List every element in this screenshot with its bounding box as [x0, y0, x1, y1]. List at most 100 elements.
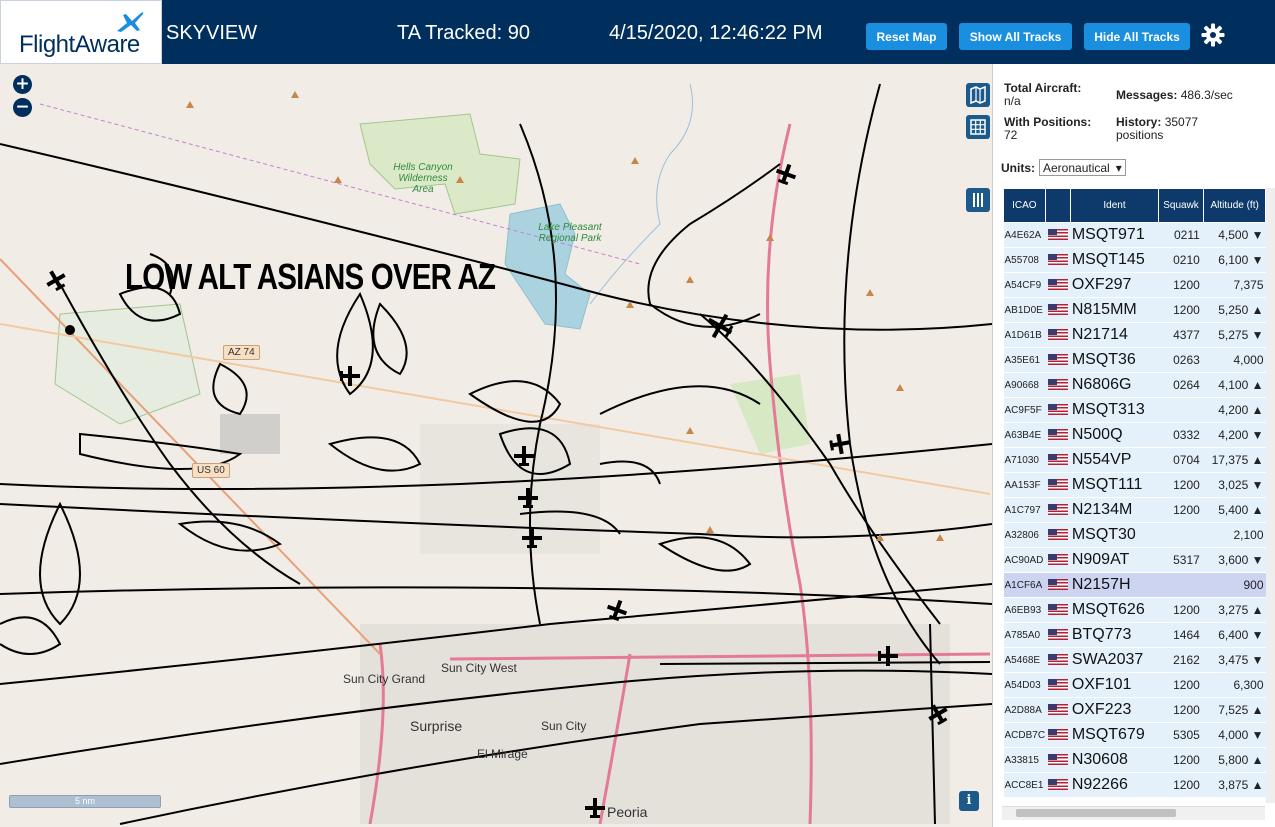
table-row[interactable]: A54CF9 OXF297 1200 7,375 [1003, 272, 1266, 298]
squawk-cell: 5317 [1158, 547, 1204, 573]
grid-toggle-icon[interactable] [966, 115, 990, 139]
ident-cell: N2157H [1070, 572, 1159, 598]
icao-cell: A55708 [1003, 247, 1046, 273]
icao-cell: A33815 [1003, 747, 1046, 773]
us-flag-icon [1045, 547, 1071, 573]
place-sun-city: Sun City [541, 719, 587, 733]
table-row[interactable]: A2D88A OXF223 1200 7,525 ▲ [1003, 697, 1266, 723]
gear-icon[interactable] [1200, 22, 1226, 48]
hide-all-tracks-button[interactable]: Hide All Tracks [1084, 23, 1190, 50]
altitude-cell: 6,100 ▼ [1203, 247, 1266, 273]
place-surprise: Surprise [410, 718, 463, 734]
table-row[interactable]: A5468E SWA2037 2162 3,475 ▼ [1003, 647, 1266, 673]
icao-cell: A90668 [1003, 372, 1046, 398]
table-row[interactable]: A35E61 MSQT36 0263 4,000 [1003, 347, 1266, 373]
icao-cell: A35E61 [1003, 347, 1046, 373]
messages-stat: Messages: 486.3/sec [1116, 88, 1233, 102]
lake-pleasant-label: Lake Pleasant Regional Park [538, 222, 602, 244]
squawk-cell: 0264 [1158, 372, 1204, 398]
icao-cell: A1CF6A [1003, 572, 1046, 598]
us-flag-icon [1045, 672, 1071, 698]
icao-cell: AC90AD [1003, 547, 1046, 573]
reset-map-button[interactable]: Reset Map [866, 23, 947, 50]
history-stat: History: 35077 positions [1116, 115, 1199, 142]
ident-cell: N92266 [1070, 772, 1159, 798]
altitude-cell: 4,200 ▼ [1203, 422, 1266, 448]
altitude-cell: 2,100 [1203, 522, 1266, 548]
table-row[interactable]: A63B4E N500Q 0332 4,200 ▼ [1003, 422, 1266, 448]
squawk-cell: 0332 [1158, 422, 1204, 448]
table-row[interactable]: A4E62A MSQT971 0211 4,500 ▼ [1003, 222, 1266, 248]
ident-cell: N554VP [1070, 447, 1159, 473]
table-row[interactable]: A785A0 BTQ773 1464 6,400 ▼ [1003, 622, 1266, 648]
panel-toggle-icon[interactable] [966, 188, 990, 212]
squawk-cell: 5305 [1158, 722, 1204, 748]
table-row[interactable]: A6EB93 MSQT626 1200 3,275 ▲ [1003, 597, 1266, 623]
table-row[interactable]: AB1D0E N815MM 1200 5,250 ▲ [1003, 297, 1266, 323]
altitude-cell: 4,200 ▲ [1203, 397, 1266, 423]
table-row[interactable]: AA153F MSQT111 1200 3,025 ▼ [1003, 472, 1266, 498]
altitude-cell: 3,600 ▼ [1203, 547, 1266, 573]
us-flag-icon [1045, 497, 1071, 523]
ident-cell: BTQ773 [1070, 622, 1159, 648]
zoom-in-button[interactable]: + [13, 75, 32, 94]
altitude-cell: 900 [1203, 572, 1266, 598]
ident-cell: MSQT111 [1070, 472, 1159, 498]
squawk-cell: 0704 [1158, 447, 1204, 473]
table-row[interactable]: A1C797 N2134M 1200 5,400 ▲ [1003, 497, 1266, 523]
table-row[interactable]: A1CF6A N2157H 900 [1003, 572, 1266, 598]
aircraft-icon [829, 433, 851, 455]
col-squawk[interactable]: Squawk [1157, 188, 1205, 223]
table-row[interactable]: AC9F5F MSQT313 4,200 ▲ [1003, 397, 1266, 423]
show-all-tracks-button[interactable]: Show All Tracks [959, 23, 1072, 50]
map-canvas[interactable] [0, 64, 992, 827]
squawk-cell [1158, 397, 1204, 423]
ident-cell: MSQT679 [1070, 722, 1159, 748]
urban-area [220, 414, 280, 454]
icao-cell: A2D88A [1003, 697, 1046, 723]
units-row: Units: Aeronautical ▾ [1001, 159, 1126, 176]
total-aircraft-stat: Total Aircraft: n/a [1004, 81, 1082, 108]
logo-text: FlightAware [19, 31, 140, 58]
table-row[interactable]: A1D61B N21714 4377 5,275 ▼ [1003, 322, 1266, 348]
col-ident[interactable]: Ident [1070, 188, 1159, 223]
us-flag-icon [1045, 397, 1071, 423]
squawk-cell: 1200 [1158, 272, 1204, 298]
table-row[interactable]: A32806 MSQT30 2,100 [1003, 522, 1266, 548]
tracked-count: TA Tracked: 90 [397, 22, 531, 44]
map-layers-icon[interactable] [966, 83, 990, 107]
us-flag-icon [1045, 722, 1071, 748]
table-row[interactable]: ACC8E1 N92266 1200 3,875 ▲ [1003, 772, 1266, 798]
hells-canyon-label: Hells Canyon Wilderness Area [393, 162, 453, 195]
ident-cell: N909AT [1070, 547, 1159, 573]
ident-cell: MSQT313 [1070, 397, 1159, 423]
table-row[interactable]: A54D03 OXF101 1200 6,300 [1003, 672, 1266, 698]
squawk-cell: 1200 [1158, 747, 1204, 773]
top-header: FlightAware SKYVIEW TA Tracked: 90 4/15/… [0, 0, 1275, 64]
info-icon[interactable]: i [959, 791, 979, 811]
table-row[interactable]: A55708 MSQT145 0210 6,100 ▼ [1003, 247, 1266, 273]
ident-cell: N30608 [1070, 747, 1159, 773]
us-flag-icon [1045, 522, 1071, 548]
ident-cell: SWA2037 [1070, 647, 1159, 673]
col-altitude[interactable]: Altitude (ft) [1203, 188, 1266, 223]
table-row[interactable]: ACDB7C MSQT679 5305 4,000 ▼ [1003, 722, 1266, 748]
units-select[interactable]: Aeronautical ▾ [1039, 159, 1126, 176]
col-icao[interactable]: ICAO [1003, 188, 1046, 223]
icao-cell: A71030 [1003, 447, 1046, 473]
table-row[interactable]: A33815 N30608 1200 5,800 ▲ [1003, 747, 1266, 773]
map-area[interactable]: LOW ALT ASIANS OVER AZ Hells Canyon Wild… [0, 64, 992, 827]
stream [589, 83, 693, 305]
zoom-out-button[interactable]: − [13, 98, 32, 117]
flightaware-logo[interactable]: FlightAware [0, 0, 162, 64]
table-row[interactable]: A71030 N554VP 0704 17,375 ▲ [1003, 447, 1266, 473]
squawk-cell: 2162 [1158, 647, 1204, 673]
table-row[interactable]: A90668 N6806G 0264 4,100 ▲ [1003, 372, 1266, 398]
altitude-cell: 3,275 ▲ [1203, 597, 1266, 623]
table-row[interactable]: AC90AD N909AT 5317 3,600 ▼ [1003, 547, 1266, 573]
position-dot [65, 325, 75, 335]
col-flag[interactable] [1044, 188, 1072, 223]
place-sun-city-grand: Sun City Grand [343, 672, 426, 686]
scrollbar-thumb[interactable] [1016, 809, 1176, 817]
table-vertical-scrollbar[interactable] [1266, 188, 1275, 803]
